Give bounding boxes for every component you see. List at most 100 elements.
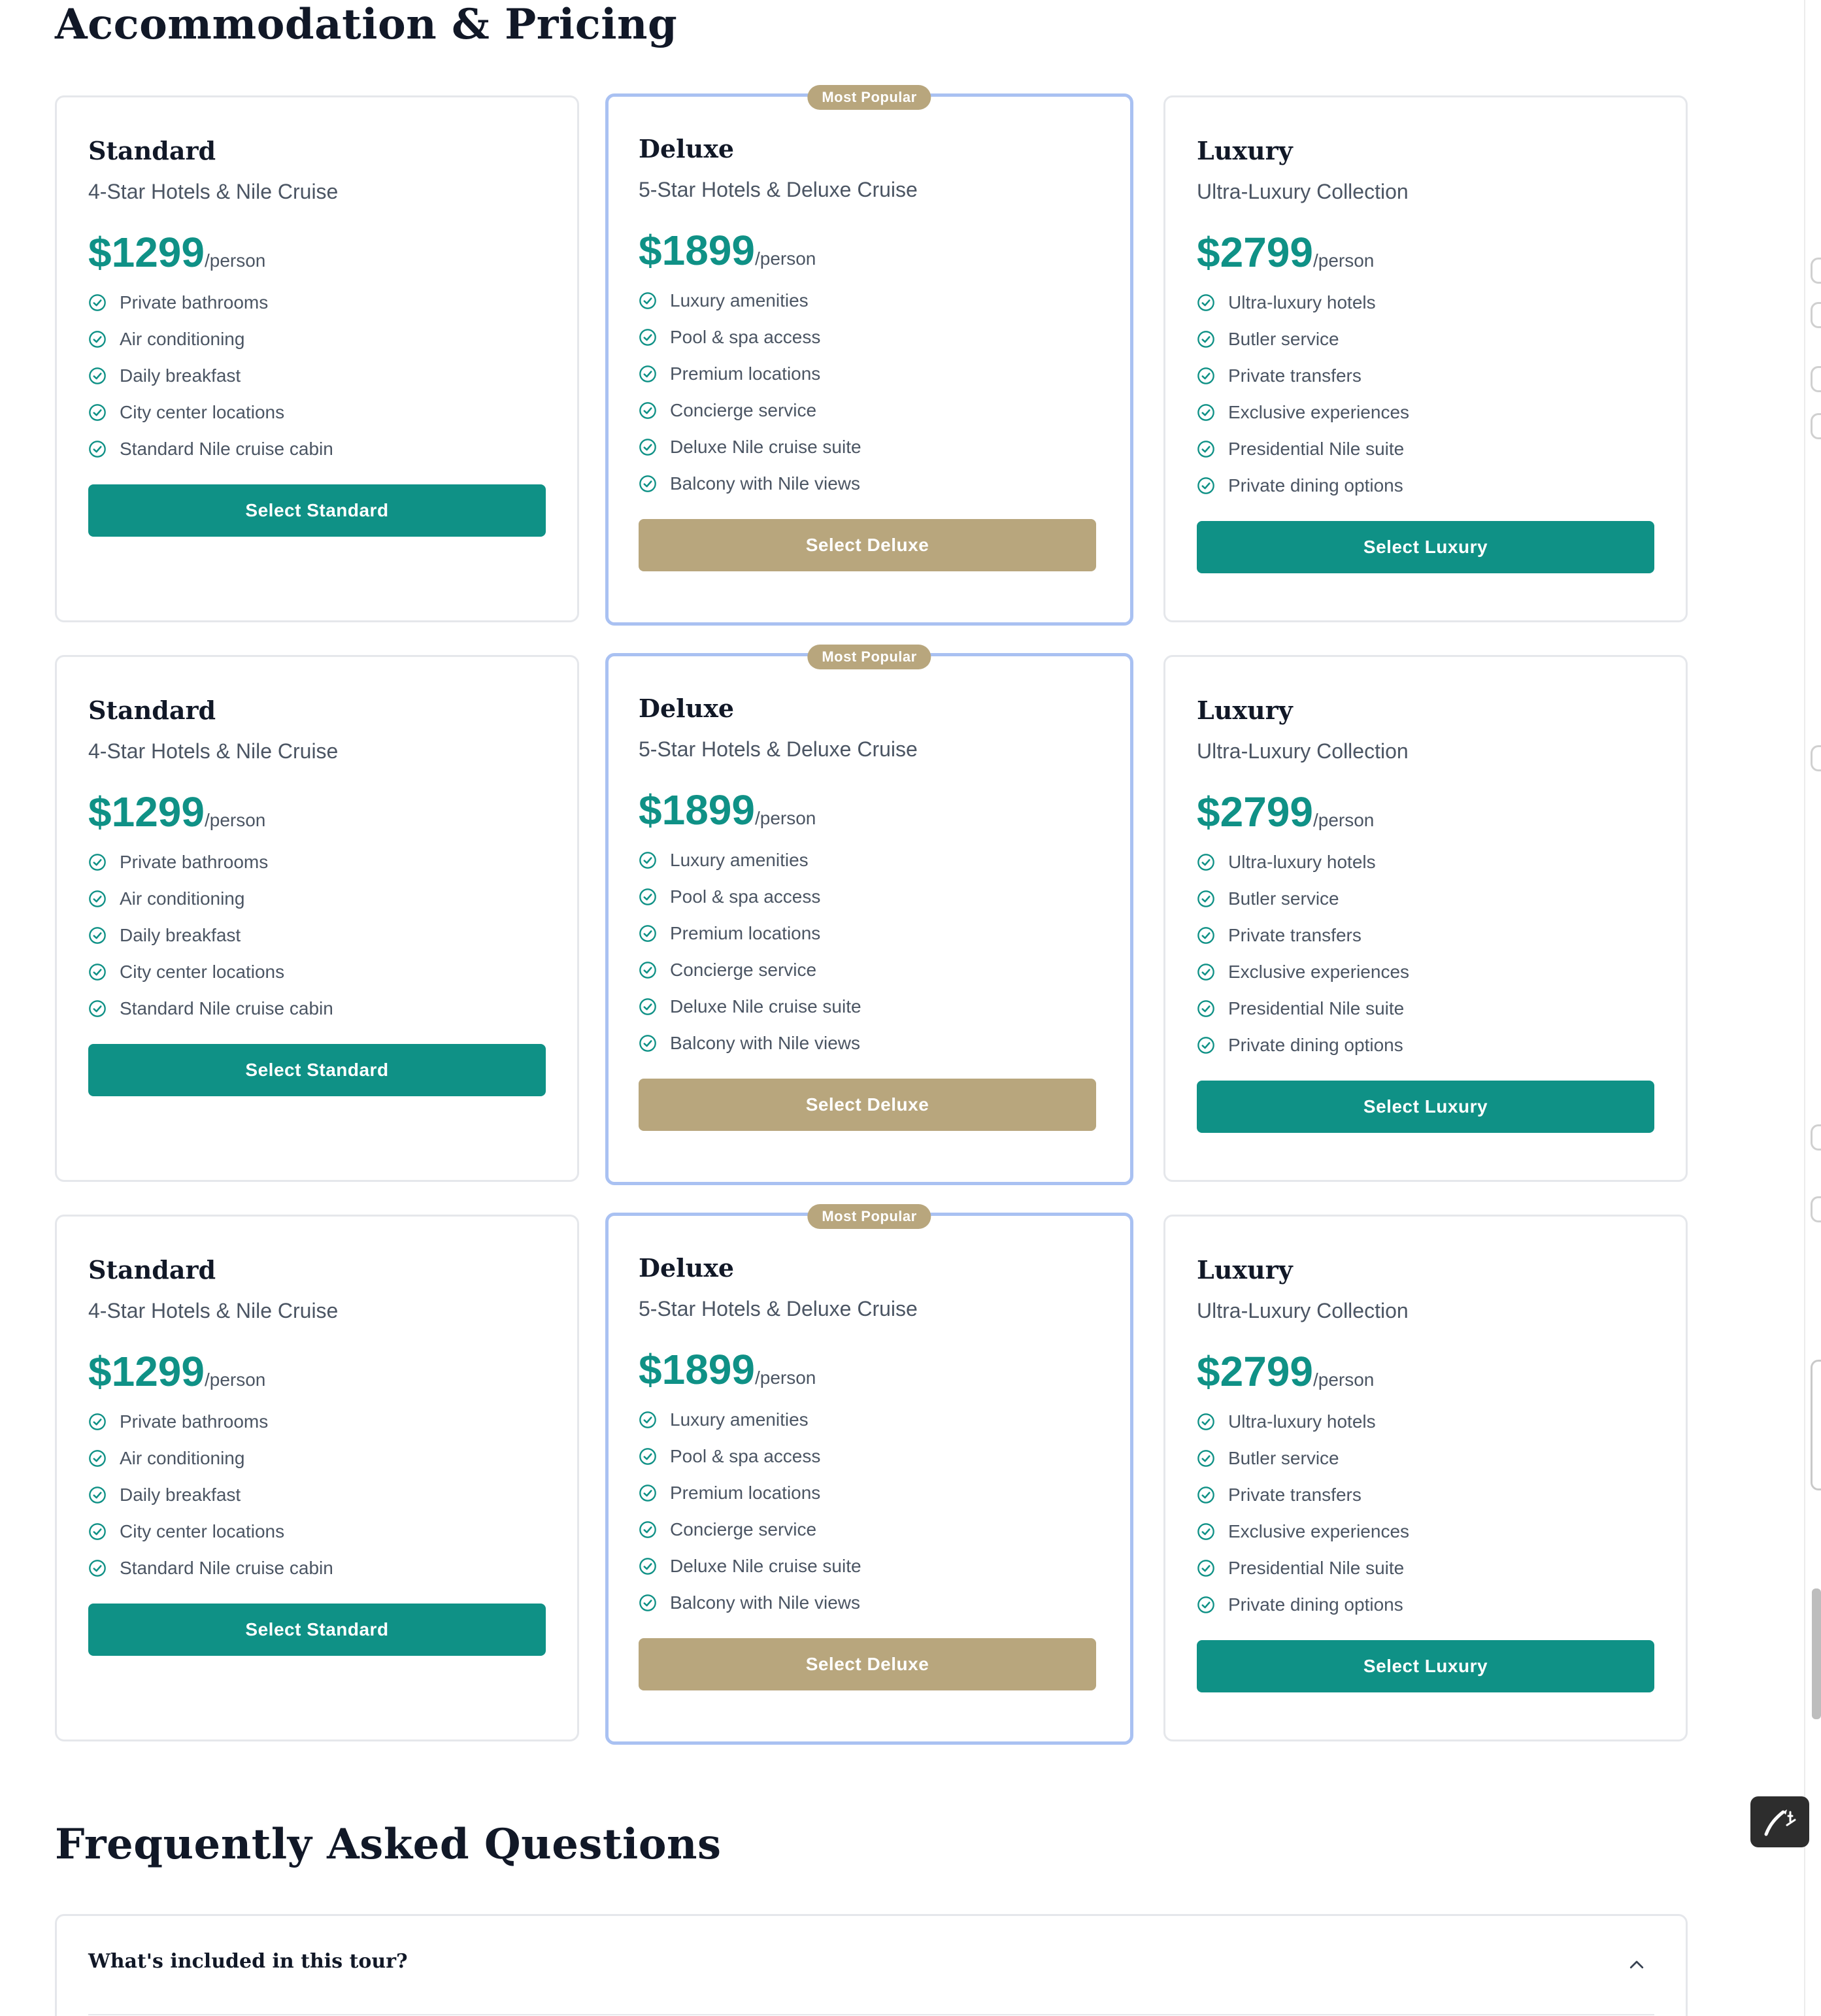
pricing-card-deluxe: Most Popular Deluxe 5-Star Hotels & Deluxe… (605, 85, 1133, 626)
feature-item: Butler service (1197, 1440, 1654, 1477)
feature-item: Concierge service (639, 1511, 1096, 1548)
feature-item: Premium locations (639, 915, 1096, 952)
select-luxury-button[interactable]: Select Luxury (1197, 521, 1654, 573)
feature-label: Private dining options (1228, 1594, 1403, 1615)
check-circle-icon (1197, 1487, 1214, 1504)
select-standard-button[interactable]: Select Standard (88, 484, 546, 537)
price-amount: $1899 (639, 1346, 755, 1393)
feature-item: Air conditioning (88, 1440, 546, 1477)
check-circle-icon (639, 1485, 656, 1502)
feature-label: Standard Nile cruise cabin (120, 1558, 333, 1578)
most-popular-badge: Most Popular (807, 645, 931, 669)
feature-label: City center locations (120, 1521, 285, 1541)
check-circle-icon (639, 475, 656, 492)
faq-question[interactable]: What's included in this tour? (88, 1950, 408, 1973)
check-circle-icon (89, 1413, 106, 1430)
feature-item: Deluxe Nile cruise suite (639, 429, 1096, 465)
feature-item: Pool & spa access (639, 879, 1096, 915)
feature-item: Private dining options (1197, 467, 1654, 504)
check-circle-icon (89, 927, 106, 944)
feature-item: Concierge service (639, 952, 1096, 988)
feature-item: Private bathrooms (88, 284, 546, 321)
edge-handle (1811, 302, 1821, 328)
select-luxury-button[interactable]: Select Luxury (1197, 1640, 1654, 1692)
feature-label: Deluxe Nile cruise suite (670, 996, 861, 1016)
feature-label: Standard Nile cruise cabin (120, 439, 333, 459)
feature-label: Daily breakfast (120, 1485, 241, 1505)
tier-subtitle: 4-Star Hotels & Nile Cruise (88, 180, 339, 203)
feature-label: Private dining options (1228, 1035, 1403, 1055)
feature-label: Daily breakfast (120, 925, 241, 945)
edge-panel-bar (1811, 1360, 1821, 1490)
feature-item: Private transfers (1197, 358, 1654, 394)
pricing-card-luxury: Luxury Ultra-Luxury Collection $2799/perso… (1163, 95, 1688, 622)
feature-item: Balcony with Nile views (639, 465, 1096, 502)
feature-item: Private dining options (1197, 1587, 1654, 1623)
check-circle-icon (1197, 1560, 1214, 1577)
check-circle-icon (1197, 404, 1214, 421)
price-unit: /person (1312, 1369, 1375, 1390)
pricing-card-standard: Standard 4-Star Hotels & Nile Cruise $1299… (55, 655, 579, 1182)
select-standard-button[interactable]: Select Standard (88, 1044, 546, 1096)
tier-subtitle: 5-Star Hotels & Deluxe Cruise (639, 178, 918, 201)
select-luxury-button[interactable]: Select Luxury (1197, 1081, 1654, 1133)
price-amount: $1299 (88, 1348, 205, 1395)
select-standard-button[interactable]: Select Standard (88, 1604, 546, 1656)
chevron-up-icon[interactable] (1627, 1955, 1646, 1975)
feature-label: Luxury amenities (670, 1409, 809, 1430)
feature-label: Presidential Nile suite (1228, 998, 1405, 1018)
feature-label: Butler service (1228, 888, 1339, 909)
select-deluxe-button[interactable]: Select Deluxe (639, 1079, 1096, 1131)
check-circle-icon (1197, 1450, 1214, 1467)
feature-label: City center locations (120, 402, 285, 422)
feature-label: Deluxe Nile cruise suite (670, 1556, 861, 1576)
feature-label: Pool & spa access (670, 1446, 821, 1466)
scrollbar-thumb[interactable] (1812, 1588, 1821, 1719)
faq-item[interactable]: What's included in this tour? (55, 1914, 1688, 2016)
feature-item: Private transfers (1197, 1477, 1654, 1513)
feature-list: Luxury amenities Pool & spa access Premium… (639, 842, 1096, 1062)
floating-assistant-button[interactable] (1750, 1796, 1809, 1847)
feature-item: Standard Nile cruise cabin (88, 990, 546, 1027)
pricing-card-deluxe: Most Popular Deluxe 5-Star Hotels & Deluxe… (605, 1204, 1133, 1745)
check-circle-icon (639, 1448, 656, 1465)
feature-label: Butler service (1228, 1448, 1339, 1468)
tier-subtitle: 5-Star Hotels & Deluxe Cruise (639, 1297, 918, 1320)
feature-label: Ultra-luxury hotels (1228, 1411, 1376, 1432)
check-circle-icon (89, 1523, 106, 1540)
select-deluxe-button[interactable]: Select Deluxe (639, 1638, 1096, 1690)
feature-item: Exclusive experiences (1197, 954, 1654, 990)
price-row: $1299/person (88, 229, 546, 275)
feature-item: Standard Nile cruise cabin (88, 1550, 546, 1587)
tier-name: Luxury (1197, 1255, 1293, 1285)
check-circle-icon (89, 964, 106, 981)
feature-item: Concierge service (639, 392, 1096, 429)
tier-subtitle: Ultra-Luxury Collection (1197, 180, 1409, 203)
price-row: $1899/person (639, 787, 1096, 833)
feature-label: Private bathrooms (120, 1411, 269, 1432)
select-deluxe-button[interactable]: Select Deluxe (639, 519, 1096, 571)
check-circle-icon (639, 962, 656, 979)
check-circle-icon (639, 365, 656, 382)
feature-label: Private transfers (1228, 365, 1362, 386)
feature-label: Air conditioning (120, 888, 245, 909)
tier-subtitle: Ultra-Luxury Collection (1197, 739, 1409, 763)
feature-list: Private bathrooms Air conditioning Daily b… (88, 1403, 546, 1587)
price-row: $1299/person (88, 1349, 546, 1394)
feature-label: Concierge service (670, 960, 817, 980)
edge-handle (1811, 745, 1821, 771)
check-circle-icon (639, 888, 656, 905)
feature-item: Private bathrooms (88, 1403, 546, 1440)
pricing-card-standard: Standard 4-Star Hotels & Nile Cruise $1299… (55, 95, 579, 622)
check-circle-icon (89, 404, 106, 421)
feature-item: Presidential Nile suite (1197, 431, 1654, 467)
feature-label: Air conditioning (120, 329, 245, 349)
feature-label: Premium locations (670, 923, 821, 943)
check-circle-icon (89, 1487, 106, 1504)
pricing-card-standard: Standard 4-Star Hotels & Nile Cruise $1299… (55, 1215, 579, 1741)
feature-label: Presidential Nile suite (1228, 439, 1405, 459)
feature-item: Air conditioning (88, 321, 546, 358)
check-circle-icon (639, 1411, 656, 1428)
price-unit: /person (1312, 810, 1375, 830)
check-circle-icon (1197, 294, 1214, 311)
